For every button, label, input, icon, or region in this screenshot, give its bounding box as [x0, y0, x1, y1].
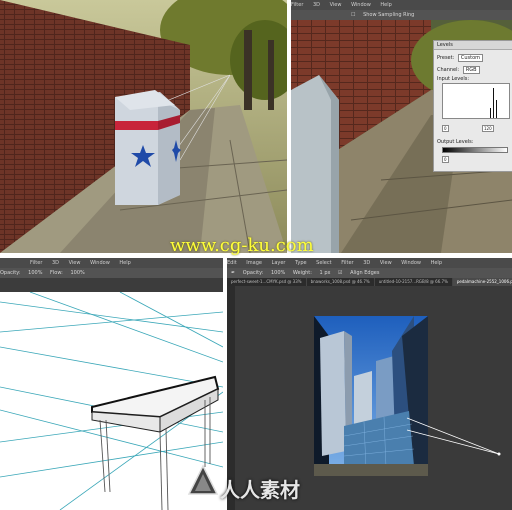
input-levels-label: Input Levels: [437, 76, 470, 82]
levels-adjustment-panel: Filter 3D View Window Help ☐ Show Sampli… [291, 0, 512, 253]
menu-bar: Filter 3D View Window Help [0, 258, 223, 268]
site-logo-icon [187, 464, 219, 495]
menu-item[interactable]: View [69, 260, 81, 266]
menu-bar: Filter 3D View Window Help [291, 0, 512, 10]
site-logo-text: 人人素材 [220, 478, 300, 502]
channel-select[interactable]: RGB [462, 66, 480, 74]
perspective-guide-lines [406, 417, 501, 456]
preset-select[interactable]: Custom [457, 54, 484, 62]
output-gradient-slider[interactable] [442, 147, 508, 153]
options-bar: ☐ Show Sampling Ring [291, 10, 512, 20]
street-photo-panel [0, 0, 287, 253]
options-bar: Opacity: 100% Flow: 100% [0, 268, 223, 278]
menu-item[interactable]: 3D [313, 2, 320, 8]
input-black-field[interactable]: 0 [442, 125, 449, 132]
opacity-field[interactable]: 100% [28, 270, 42, 276]
levels-dialog: Levels Preset: Custom Channel: RGB Input… [433, 40, 512, 172]
menu-item[interactable]: Filter [30, 260, 42, 266]
building-photo-panel: Edit Image Layer Type Select Filter 3D V… [227, 258, 512, 510]
menu-item[interactable]: View [330, 2, 342, 8]
sampling-ring-label: Show Sampling Ring [363, 12, 415, 18]
dialog-title: Levels [434, 41, 512, 50]
menu-item[interactable]: 3D [52, 260, 59, 266]
flow-label: Flow: [50, 270, 63, 276]
street-photo-illustration [0, 0, 287, 253]
channel-label: Channel: [437, 67, 460, 73]
sampling-ring-checkbox[interactable]: ☐ [351, 12, 355, 18]
menu-item[interactable]: Help [119, 260, 130, 266]
opacity-label: Opacity: [0, 270, 21, 276]
output-levels-label: Output Levels: [437, 139, 474, 145]
menu-item[interactable]: Window [351, 2, 371, 8]
menu-item[interactable]: Filter [291, 2, 303, 8]
watermark-text: www.cg-ku.com [170, 235, 314, 256]
input-white-field[interactable]: 120 [482, 125, 494, 132]
tool-strip [0, 278, 223, 292]
menu-item[interactable]: Help [380, 2, 391, 8]
output-black-field[interactable]: 0 [442, 156, 449, 163]
histogram [442, 83, 510, 119]
preset-label: Preset: [437, 55, 455, 61]
flow-field[interactable]: 100% [70, 270, 84, 276]
menu-item[interactable]: Window [90, 260, 110, 266]
